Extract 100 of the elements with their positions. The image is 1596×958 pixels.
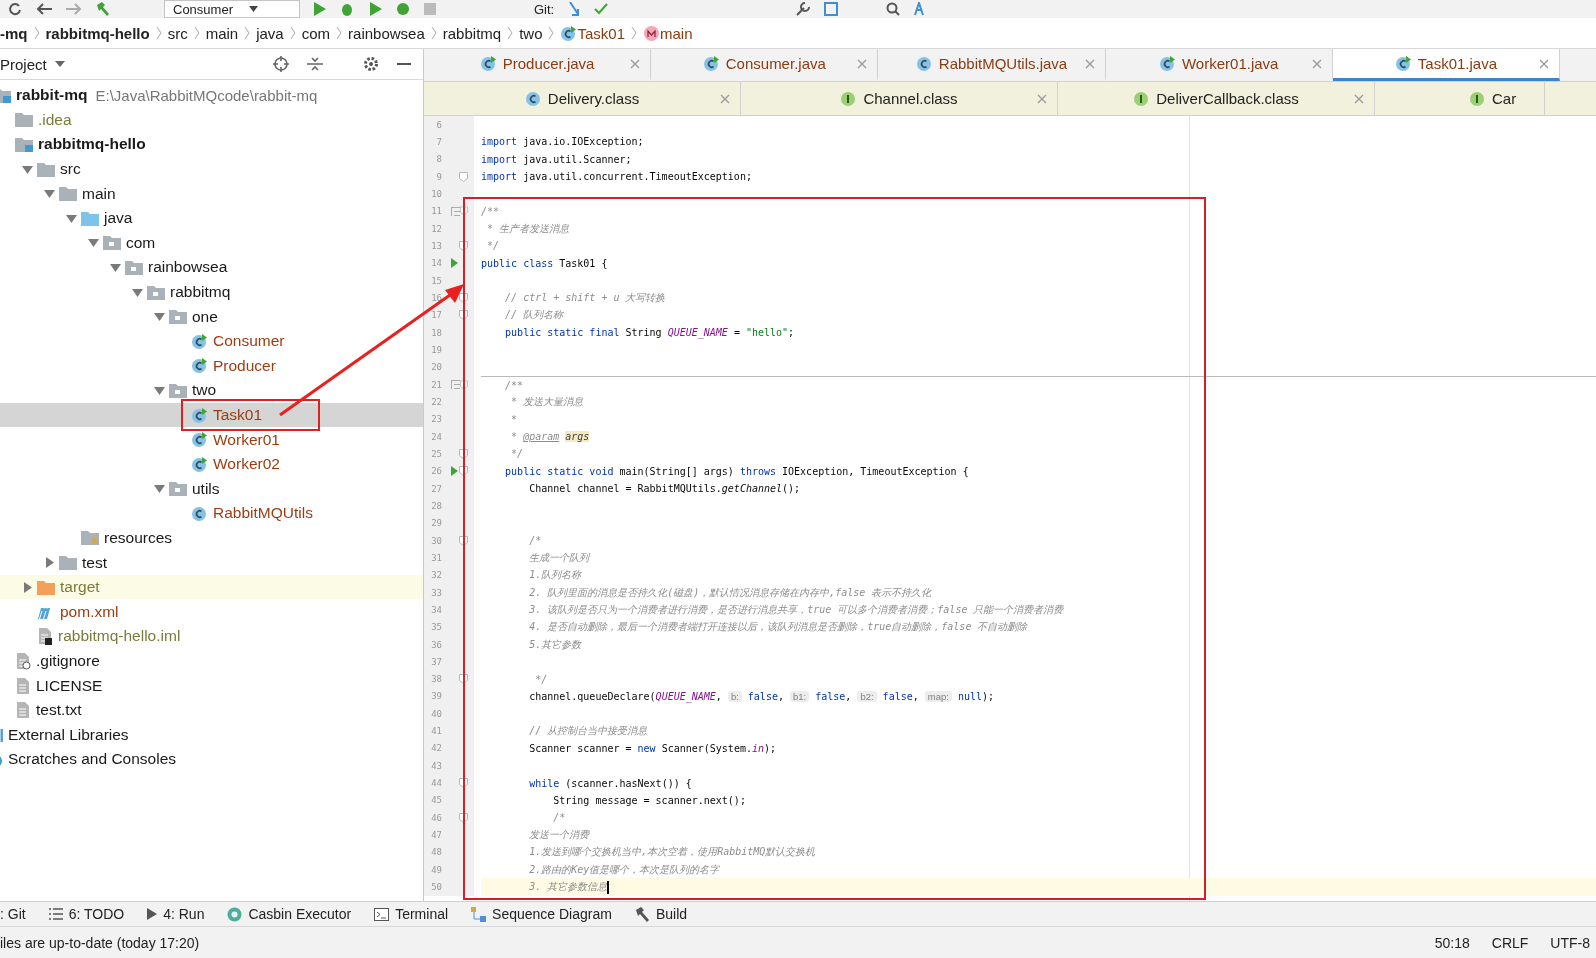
tool-window-button[interactable]: Build	[624, 906, 701, 922]
breadcrumb[interactable]: Task01	[577, 24, 625, 42]
tree-item[interactable]: main	[0, 181, 423, 206]
collapse-arrow-icon[interactable]	[43, 188, 55, 200]
collapse-arrow-icon[interactable]	[153, 311, 165, 323]
minimize-icon[interactable]	[397, 62, 411, 66]
tool-window-button[interactable]: 4: Run	[137, 906, 218, 922]
editor-tab[interactable]: DeliverCallback.class	[1058, 82, 1375, 115]
fold-icon[interactable]	[459, 292, 468, 303]
fold-icon[interactable]	[460, 379, 468, 390]
close-icon[interactable]	[1354, 93, 1364, 104]
fold-icon[interactable]	[459, 466, 468, 477]
collapse-all-icon[interactable]	[307, 56, 323, 72]
expand-arrow-icon[interactable]	[21, 581, 33, 593]
tree-item[interactable]: Worker02	[0, 451, 423, 477]
update-icon[interactable]	[568, 2, 581, 16]
settings-icon[interactable]	[363, 56, 379, 72]
fold-icon[interactable]	[459, 535, 468, 546]
close-icon[interactable]	[1311, 58, 1322, 69]
run-icon[interactable]	[451, 466, 458, 477]
tool-window-button[interactable]: 6: TODO	[38, 906, 138, 922]
fold-icon[interactable]	[459, 310, 468, 321]
tool-window-button[interactable]: Sequence Diagram	[461, 906, 625, 922]
collapse-arrow-icon[interactable]	[87, 237, 99, 249]
tree-item[interactable]: java	[0, 205, 423, 231]
breadcrumb[interactable]: src	[167, 24, 188, 42]
tree-item[interactable]: rabbit-mq E:\Java\RabbitMQcode\rabbit-mq	[0, 83, 423, 108]
tree-item[interactable]: resources	[0, 525, 423, 551]
dropdown-arrow-icon[interactable]	[54, 61, 65, 67]
close-icon[interactable]	[857, 58, 868, 69]
editor-tab[interactable]: Worker01.java	[1105, 49, 1333, 81]
tree-item[interactable]: Consumer	[0, 328, 423, 354]
tree-item[interactable]: .idea	[0, 107, 423, 133]
run-configuration-dropdown[interactable]: Consumer	[164, 0, 300, 18]
tree-item[interactable]: .gitignore	[0, 648, 423, 674]
fold-icon[interactable]	[459, 240, 468, 251]
editor-tab[interactable]: RabbitMQUtils.java	[878, 49, 1106, 81]
collapse-arrow-icon[interactable]	[153, 483, 165, 495]
project-view-dropdown[interactable]: Project	[0, 55, 65, 73]
tree-item[interactable]: Scratches and Consoles	[0, 747, 423, 772]
editor-tab[interactable]: Producer.java	[424, 49, 652, 81]
editor-tab[interactable]: Car	[1375, 82, 1545, 115]
profile-icon[interactable]	[396, 2, 410, 16]
back-icon[interactable]	[36, 3, 52, 15]
tree-item[interactable]: src	[0, 156, 423, 182]
tree-item[interactable]: rabbitmq-hello.iml	[0, 624, 423, 649]
tree-item[interactable]: Task01	[0, 402, 423, 428]
collapse-arrow-icon[interactable]	[109, 261, 121, 273]
fold-icon[interactable]	[460, 206, 468, 217]
structure-icon[interactable]	[824, 2, 839, 16]
editor-tab[interactable]: Channel.class	[741, 82, 1058, 115]
dropdown-arrow-icon[interactable]	[248, 6, 258, 12]
hammer-icon[interactable]	[96, 2, 110, 16]
run-icon[interactable]	[451, 258, 458, 269]
commit-icon[interactable]	[594, 3, 609, 15]
breadcrumb[interactable]: -mq	[0, 24, 28, 42]
tree-item[interactable]: test.txt	[0, 697, 423, 723]
editor-tab[interactable]: Task01.java	[1332, 49, 1560, 81]
breadcrumb[interactable]: java	[256, 24, 284, 42]
coverage-icon[interactable]	[368, 2, 382, 16]
locate-icon[interactable]	[273, 56, 289, 72]
tree-item[interactable]: target	[0, 574, 423, 600]
refresh-icon[interactable]	[8, 2, 22, 16]
tree-item[interactable]: LICENSE	[0, 673, 423, 698]
tree-item[interactable]: two	[0, 378, 423, 403]
tree-item[interactable]: rabbitmq-hello	[0, 132, 423, 157]
close-icon[interactable]	[1539, 58, 1549, 69]
collapse-arrow-icon[interactable]	[65, 212, 77, 224]
close-icon[interactable]	[720, 93, 730, 104]
close-icon[interactable]	[630, 58, 641, 69]
line-separator[interactable]: CRLF	[1491, 934, 1529, 951]
tree-item[interactable]: rainbowsea	[0, 255, 423, 280]
tree-item[interactable]: utils	[0, 476, 423, 502]
fold-icon[interactable]	[459, 812, 468, 823]
breadcrumb[interactable]: main	[660, 24, 693, 42]
tree-item[interactable]: rabbitmq	[0, 279, 423, 305]
tool-window-button[interactable]: Casbin Executor	[217, 906, 365, 922]
file-encoding[interactable]: UTF-8	[1550, 934, 1590, 951]
search-icon[interactable]	[886, 2, 901, 16]
breadcrumb[interactable]: rainbowsea	[348, 24, 425, 42]
tree-item[interactable]: Worker01	[0, 427, 423, 452]
fold-icon[interactable]	[459, 674, 468, 685]
wrench-icon[interactable]	[796, 2, 811, 16]
tree-item[interactable]: pom.xml	[0, 599, 423, 625]
debug-icon[interactable]	[340, 2, 354, 16]
editor-tab[interactable]: Delivery.class	[424, 82, 741, 115]
breadcrumb[interactable]: rabbitmq-hello	[45, 24, 150, 42]
breadcrumb[interactable]: com	[301, 24, 331, 42]
caret-position[interactable]: 50:18	[1434, 934, 1470, 951]
collapse-arrow-icon[interactable]	[21, 163, 33, 175]
breadcrumb[interactable]: main	[205, 24, 239, 42]
run-icon[interactable]	[314, 2, 326, 16]
tree-item[interactable]: com	[0, 230, 423, 256]
collapse-arrow-icon[interactable]	[153, 384, 165, 396]
fold-icon[interactable]	[459, 778, 468, 789]
close-icon[interactable]	[1037, 93, 1047, 104]
close-icon[interactable]	[1084, 58, 1095, 69]
breadcrumb[interactable]: rabbitmq	[442, 24, 502, 42]
collapse-arrow-icon[interactable]	[131, 286, 143, 298]
expand-arrow-icon[interactable]	[43, 557, 55, 569]
